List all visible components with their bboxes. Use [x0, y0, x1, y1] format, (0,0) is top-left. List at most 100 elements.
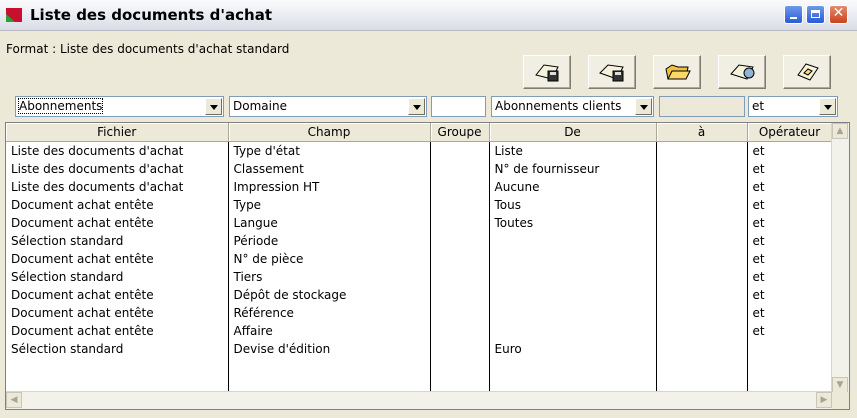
table-cell[interactable]: Toutes: [489, 214, 657, 232]
table-cell[interactable]: [430, 268, 490, 286]
table-cell[interactable]: [656, 286, 748, 304]
table-cell[interactable]: [430, 196, 490, 214]
table-cell[interactable]: [656, 214, 748, 232]
format-options-button[interactable]: [783, 55, 831, 89]
table-cell[interactable]: Affaire: [228, 322, 431, 340]
table-cell[interactable]: et: [747, 141, 833, 160]
table-cell[interactable]: et: [747, 160, 833, 178]
table-cell[interactable]: [489, 304, 657, 322]
minimize-button[interactable]: [784, 5, 803, 24]
table-cell[interactable]: Période: [228, 232, 431, 250]
table-cell[interactable]: Document achat entête: [6, 322, 229, 340]
table-cell[interactable]: et: [747, 286, 833, 304]
table-cell[interactable]: [747, 340, 833, 358]
table-cell[interactable]: [430, 322, 490, 340]
table-cell[interactable]: et: [747, 268, 833, 286]
table-cell[interactable]: Devise d'édition: [228, 340, 431, 358]
table-cell[interactable]: Sélection standard: [6, 268, 229, 286]
operateur-filter-select[interactable]: et: [748, 96, 838, 117]
table-cell[interactable]: Sélection standard: [6, 232, 229, 250]
chevron-down-icon[interactable]: [819, 98, 836, 115]
table-cell[interactable]: N° de pièce: [228, 250, 431, 268]
column-header-fichier[interactable]: Fichier: [6, 123, 229, 142]
table-row[interactable]: Liste des documents d'achat Classement N° …: [6, 160, 833, 178]
table-cell[interactable]: [656, 141, 748, 160]
table-cell[interactable]: Type d'état: [228, 141, 431, 160]
criteria-table[interactable]: Fichier Champ Groupe De à Opérateur List…: [5, 122, 850, 410]
save-as-format-button[interactable]: [588, 55, 636, 89]
table-cell[interactable]: [656, 232, 748, 250]
table-cell[interactable]: [656, 322, 748, 340]
column-header-champ[interactable]: Champ: [228, 123, 431, 142]
table-cell[interactable]: et: [747, 304, 833, 322]
maximize-button[interactable]: [806, 5, 825, 24]
table-row[interactable]: Document achat entête Langue Toutes et: [6, 214, 833, 232]
close-button[interactable]: ✕: [829, 5, 848, 24]
table-row[interactable]: Liste des documents d'achat Type d'état Li…: [6, 141, 833, 160]
table-cell[interactable]: Sélection standard: [6, 340, 229, 358]
table-cell[interactable]: Langue: [228, 214, 431, 232]
scroll-right-icon[interactable]: ▶: [816, 392, 832, 408]
table-row[interactable]: Document achat entête Type Tous et: [6, 196, 833, 214]
table-row[interactable]: Document achat entête Affaire et: [6, 322, 833, 340]
table-row[interactable]: Document achat entête N° de pièce et: [6, 250, 833, 268]
champ-filter-select[interactable]: Domaine: [229, 96, 427, 117]
fichier-filter-select[interactable]: Abonnements: [15, 96, 224, 117]
table-cell[interactable]: [489, 250, 657, 268]
title-bar[interactable]: Liste des documents d'achat ✕: [0, 0, 857, 31]
table-cell[interactable]: Dépôt de stockage: [228, 286, 431, 304]
save-format-button[interactable]: [523, 55, 571, 89]
table-row[interactable]: Sélection standard Tiers et: [6, 268, 833, 286]
table-cell[interactable]: Liste des documents d'achat: [6, 160, 229, 178]
table-cell[interactable]: [430, 178, 490, 196]
horizontal-scrollbar[interactable]: ◀ ▶: [6, 391, 832, 409]
table-cell[interactable]: Impression HT: [228, 178, 431, 196]
table-cell[interactable]: [430, 214, 490, 232]
table-cell[interactable]: [489, 322, 657, 340]
scroll-down-icon[interactable]: ▼: [832, 377, 848, 393]
table-cell[interactable]: [430, 232, 490, 250]
table-cell[interactable]: Document achat entête: [6, 250, 229, 268]
table-cell[interactable]: [656, 304, 748, 322]
scroll-up-icon[interactable]: ▲: [832, 123, 848, 139]
column-header-groupe[interactable]: Groupe: [430, 123, 490, 142]
table-cell[interactable]: [656, 160, 748, 178]
table-cell[interactable]: [430, 160, 490, 178]
table-cell[interactable]: [489, 268, 657, 286]
table-cell[interactable]: et: [747, 322, 833, 340]
groupe-filter-input[interactable]: [431, 96, 486, 117]
format-settings-button[interactable]: [718, 55, 766, 89]
column-header-a[interactable]: à: [656, 123, 748, 142]
table-cell[interactable]: Liste: [489, 141, 657, 160]
table-row[interactable]: Sélection standard Devise d'édition Euro: [6, 340, 833, 358]
table-cell[interactable]: [430, 141, 490, 160]
table-cell[interactable]: et: [747, 250, 833, 268]
table-cell[interactable]: Document achat entête: [6, 196, 229, 214]
table-row[interactable]: Sélection standard Période et: [6, 232, 833, 250]
resize-grip-icon[interactable]: [832, 392, 849, 409]
table-cell[interactable]: et: [747, 178, 833, 196]
table-cell[interactable]: Référence: [228, 304, 431, 322]
table-cell[interactable]: N° de fournisseur: [489, 160, 657, 178]
chevron-down-icon[interactable]: [205, 98, 222, 115]
table-row[interactable]: Document achat entête Référence et: [6, 304, 833, 322]
table-cell[interactable]: et: [747, 196, 833, 214]
chevron-down-icon[interactable]: [408, 98, 425, 115]
open-format-button[interactable]: [653, 55, 701, 89]
table-cell[interactable]: [656, 250, 748, 268]
table-cell[interactable]: Document achat entête: [6, 286, 229, 304]
table-cell[interactable]: Aucune: [489, 178, 657, 196]
table-cell[interactable]: Document achat entête: [6, 214, 229, 232]
chevron-down-icon[interactable]: [635, 98, 652, 115]
table-cell[interactable]: [430, 304, 490, 322]
table-cell[interactable]: Euro: [489, 340, 657, 358]
column-header-operateur[interactable]: Opérateur: [747, 123, 833, 142]
table-cell[interactable]: Document achat entête: [6, 304, 229, 322]
table-row[interactable]: Document achat entête Dépôt de stockage et: [6, 286, 833, 304]
column-header-de[interactable]: De: [489, 123, 657, 142]
table-cell[interactable]: [430, 286, 490, 304]
table-cell[interactable]: [656, 340, 748, 358]
scroll-left-icon[interactable]: ◀: [6, 392, 22, 408]
table-cell[interactable]: [489, 232, 657, 250]
table-cell[interactable]: et: [747, 214, 833, 232]
